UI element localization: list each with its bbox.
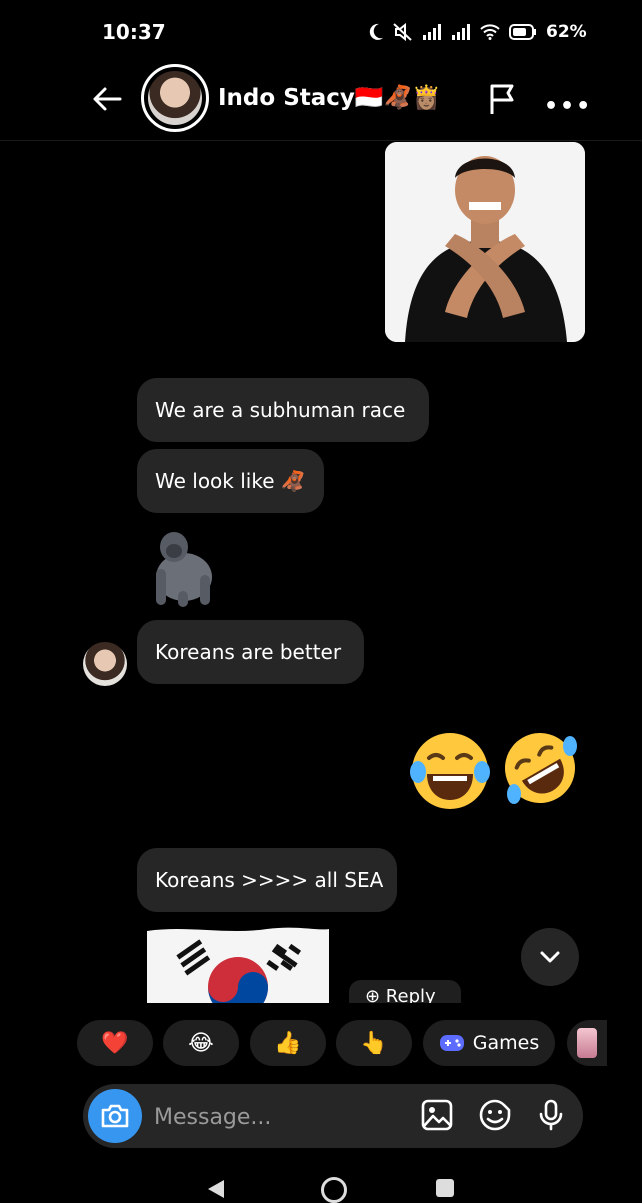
games-label: Games: [472, 1032, 540, 1054]
message-bubble[interactable]: We are a subhuman race: [137, 378, 429, 442]
shared-photo[interactable]: [385, 142, 585, 342]
camera-icon: [101, 1104, 129, 1128]
quick-reaction-more[interactable]: [567, 1020, 607, 1066]
status-time: 10:37: [102, 20, 166, 44]
sender-avatar[interactable]: [83, 642, 127, 686]
more-icon[interactable]: •••: [544, 94, 592, 119]
sticker-icon[interactable]: [478, 1098, 512, 1132]
contact-name[interactable]: Indo Stacy🇮🇩🦧👸🏽: [218, 84, 441, 111]
mute-icon: [393, 23, 412, 41]
quick-reaction-joy[interactable]: 😂: [163, 1020, 239, 1066]
gorilla-sticker[interactable]: [140, 525, 226, 611]
system-back-button[interactable]: [208, 1180, 224, 1198]
reply-chip[interactable]: ⊕ Reply: [349, 980, 461, 1003]
signal-icon-2: [452, 24, 470, 40]
message-bubble[interactable]: Koreans are better: [137, 620, 364, 684]
message-bubble[interactable]: We look like 🦧: [137, 449, 324, 513]
message-input[interactable]: [152, 1096, 406, 1138]
games-button[interactable]: Games: [423, 1020, 555, 1066]
battery-icon: [509, 24, 536, 40]
battery-percent: 62%: [546, 22, 587, 42]
message-bubble[interactable]: Koreans >>>> all SEA: [137, 848, 397, 912]
rofl-emoji[interactable]: [500, 728, 580, 808]
joy-emoji[interactable]: [407, 728, 493, 814]
camera-button[interactable]: [88, 1089, 142, 1143]
system-recents-button[interactable]: [436, 1179, 454, 1197]
chevron-down-icon: [540, 951, 560, 963]
gamepad-icon: [439, 1035, 464, 1051]
quick-reaction-heart[interactable]: ❤️: [77, 1020, 153, 1066]
quick-reaction-thumbs-up[interactable]: 👍: [250, 1020, 326, 1066]
status-icons: 62%: [368, 22, 587, 42]
moon-icon: [369, 23, 383, 40]
korea-flag-sticker[interactable]: [147, 925, 329, 1003]
back-arrow-icon[interactable]: [90, 82, 124, 116]
system-home-button[interactable]: [321, 1177, 347, 1203]
gallery-icon[interactable]: [420, 1098, 454, 1132]
wifi-icon: [480, 24, 500, 40]
scroll-down-button[interactable]: [521, 928, 579, 986]
signal-icon: [423, 24, 441, 40]
quick-reaction-point[interactable]: 👆: [336, 1020, 412, 1066]
mic-icon[interactable]: [534, 1098, 568, 1132]
flag-icon[interactable]: [486, 82, 520, 116]
contact-avatar[interactable]: [141, 64, 209, 132]
